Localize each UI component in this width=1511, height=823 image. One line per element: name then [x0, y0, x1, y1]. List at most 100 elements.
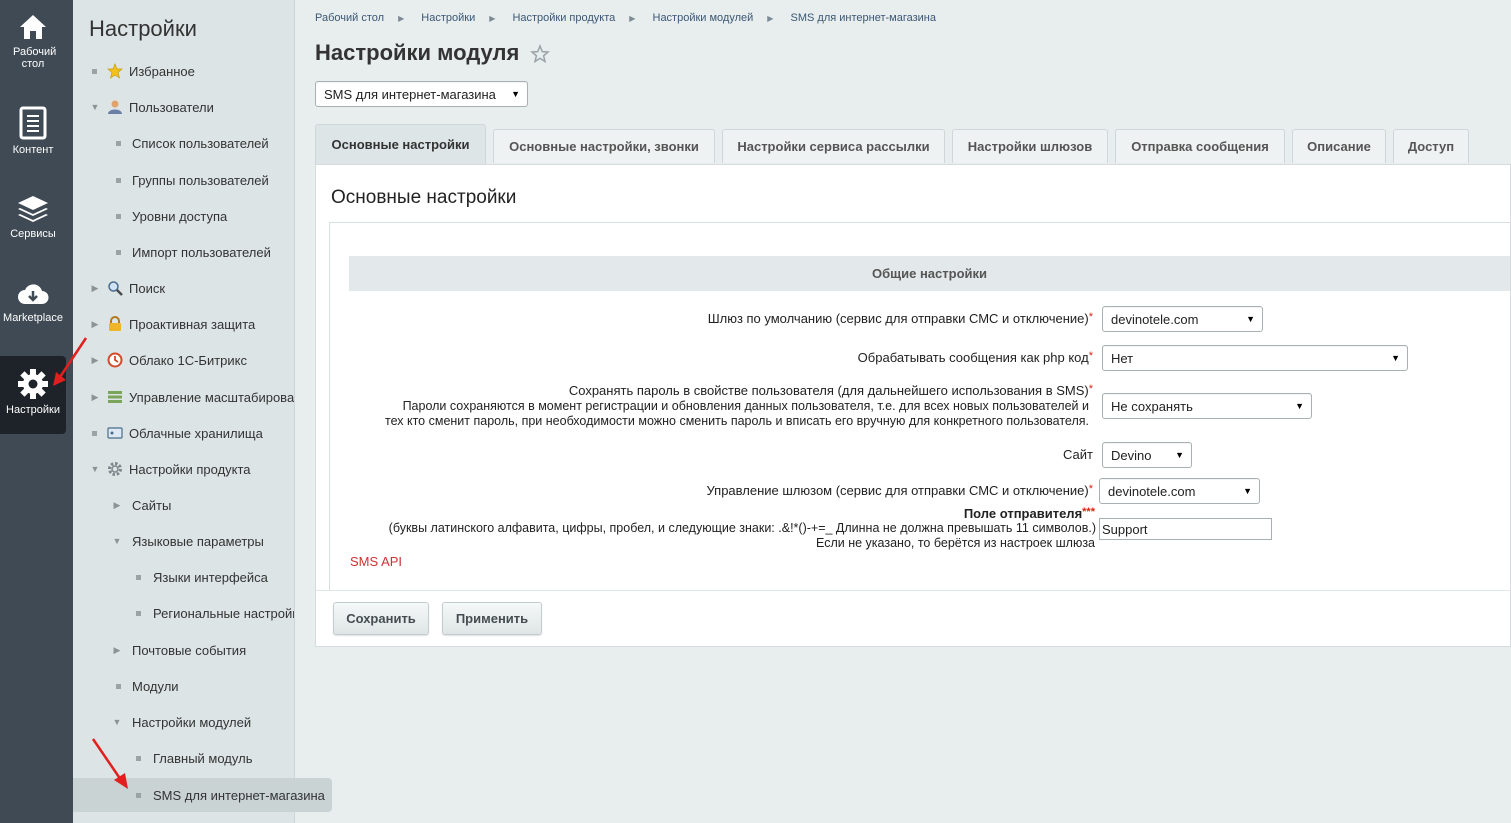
cloud-icon — [106, 352, 124, 368]
server-icon — [106, 389, 124, 405]
gateway-select[interactable]: devinotele.com ▼ — [1102, 306, 1263, 332]
layers-icon — [18, 196, 48, 222]
password-select[interactable]: Не сохранять ▼ — [1102, 393, 1312, 419]
menu-item-users[interactable]: ▼ Пользователи — [89, 96, 214, 118]
gateway-control-label: Управление шлюзом (сервис для отправки С… — [706, 483, 1093, 498]
desktop-nav-item[interactable]: Рабочий стол — [0, 12, 66, 70]
chevron-right-icon: ▶ — [767, 14, 774, 23]
password-label: Сохранять пароль в свойстве пользователя… — [568, 383, 1093, 398]
menu-item-label: Облако 1С-Битрикс — [129, 352, 247, 368]
menu-item-product-settings[interactable]: ▼ Настройки продукта — [89, 458, 251, 480]
tab-description[interactable]: Описание — [1292, 129, 1386, 163]
breadcrumb-item[interactable]: SMS для интернет-магазина — [791, 12, 936, 24]
menu-item-modules[interactable]: Модули — [113, 675, 179, 697]
chevron-right-icon: ▶ — [91, 282, 99, 293]
breadcrumb-item[interactable]: Рабочий стол — [315, 12, 384, 24]
breadcrumb-item[interactable]: Настройки модулей — [653, 12, 754, 24]
bullet-icon — [116, 249, 121, 255]
menu-item-mail-events[interactable]: ▶ Почтовые события — [111, 639, 247, 661]
dropdown-arrow-icon: ▼ — [511, 89, 520, 99]
chevron-right-icon: ▶ — [91, 391, 99, 402]
sender-hint-2: Если не указано, то берётся из настроек … — [816, 536, 1095, 550]
bullet-icon — [136, 610, 141, 616]
menu-item-label: Поиск — [129, 280, 166, 296]
menu-item-module-settings[interactable]: ▼ Настройки модулей — [111, 711, 252, 733]
php-label: Обрабатывать сообщения как php код* — [857, 350, 1093, 365]
menu-title: Настройки — [89, 16, 197, 41]
section-heading: Общие настройки — [349, 256, 1510, 291]
bullet-icon — [116, 683, 121, 689]
panel-title: Основные настройки — [331, 187, 517, 208]
user-icon — [106, 99, 124, 115]
menu-item-label: Региональные настройк — [153, 605, 295, 621]
chevron-right-icon: ▶ — [113, 499, 121, 510]
php-select[interactable]: Нет ▼ — [1102, 345, 1408, 371]
bullet-icon — [136, 755, 141, 761]
menu-item-label: Настройки модулей — [132, 714, 252, 730]
content-nav-item[interactable]: Контент — [0, 106, 66, 156]
chevron-down-icon: ▼ — [90, 464, 100, 474]
menu-item-main-module[interactable]: Главный модуль — [133, 747, 252, 769]
breadcrumb-item[interactable]: Настройки — [421, 12, 475, 24]
settings-menu: Настройки Избранное ▼ Пользователи Списо… — [73, 0, 295, 823]
services-nav-label: Сервисы — [10, 228, 56, 240]
chevron-right-icon: ▶ — [398, 14, 405, 23]
chevron-down-icon: ▼ — [90, 102, 100, 112]
tab-main-settings-calls[interactable]: Основные настройки, звонки — [493, 129, 715, 163]
apply-button[interactable]: Применить — [442, 602, 542, 635]
breadcrumb: Рабочий стол ▶ Настройки ▶ Настройки проду… — [315, 12, 936, 24]
menu-item-search[interactable]: ▶ Поиск — [89, 277, 165, 299]
site-select[interactable]: Devino ▼ — [1102, 442, 1192, 468]
menu-item-label: Управление масштабирова — [129, 389, 295, 405]
menu-item-access-levels[interactable]: Уровни доступа — [113, 205, 227, 227]
menu-item-language-params[interactable]: ▼ Языковые параметры — [111, 530, 264, 552]
star-icon[interactable] — [530, 44, 550, 64]
gateway-label: Шлюз по умолчанию (сервис для отправки С… — [707, 311, 1093, 326]
left-icon-bar: Рабочий стол Контент Сервисы Marketplace — [0, 0, 73, 823]
menu-item-cloud-storage[interactable]: Облачные хранилища — [89, 422, 263, 444]
sms-api-link[interactable]: SMS API — [350, 554, 402, 569]
menu-item-label: Уровни доступа — [132, 208, 228, 224]
menu-item-label: Проактивная защита — [129, 316, 256, 332]
breadcrumb-item[interactable]: Настройки продукта — [512, 12, 615, 24]
bullet-icon — [92, 430, 97, 436]
menu-item-user-import[interactable]: Импорт пользователей — [113, 241, 271, 263]
chevron-right-icon: ▶ — [629, 14, 636, 23]
menu-item-favorites[interactable]: Избранное — [89, 60, 195, 82]
tab-access[interactable]: Доступ — [1393, 129, 1469, 163]
home-icon — [20, 15, 46, 39]
gear-icon — [106, 461, 124, 477]
main-content: Рабочий стол ▶ Настройки ▶ Настройки проду… — [296, 0, 1511, 823]
tab-mailing-service[interactable]: Настройки сервиса рассылки — [722, 129, 945, 163]
tab-send-message[interactable]: Отправка сообщения — [1115, 129, 1285, 163]
search-icon — [106, 280, 124, 296]
save-button[interactable]: Сохранить — [333, 602, 429, 635]
menu-item-scaling[interactable]: ▶ Управление масштабирова — [89, 386, 294, 408]
module-select[interactable]: SMS для интернет-магазина ▼ — [315, 81, 528, 107]
password-hint-2: тех кто сменит пароль, при необходимости… — [385, 414, 1089, 428]
bullet-icon — [116, 177, 121, 183]
menu-item-bitrix-cloud[interactable]: ▶ Облако 1С-Битрикс — [89, 349, 247, 371]
gateway-control-select[interactable]: devinotele.com ▼ — [1099, 478, 1260, 504]
menu-item-sites[interactable]: ▶ Сайты — [111, 494, 172, 516]
gateway-control-select-value: devinotele.com — [1108, 483, 1196, 499]
sender-hint-1: (буквы латинского алфавита, цифры, пробе… — [388, 521, 1096, 535]
menu-item-label: Импорт пользователей — [132, 244, 271, 260]
menu-item-label: Сайты — [132, 497, 172, 513]
dropdown-arrow-icon: ▼ — [1175, 450, 1184, 460]
menu-item-proactive[interactable]: ▶ Проактивная защита — [89, 313, 255, 335]
sender-input[interactable]: Support — [1099, 518, 1272, 540]
menu-item-label: Главный модуль — [153, 750, 253, 766]
menu-item-regional-settings[interactable]: Региональные настройк — [133, 602, 295, 624]
menu-item-user-groups[interactable]: Группы пользователей — [113, 169, 269, 191]
bullet-icon — [92, 68, 97, 74]
settings-nav-label: Настройки — [6, 404, 60, 416]
marketplace-nav-item[interactable]: Marketplace — [0, 282, 66, 324]
menu-item-interface-languages[interactable]: Языки интерфейса — [133, 566, 268, 588]
menu-item-user-list[interactable]: Список пользователей — [113, 132, 269, 154]
desktop-nav-label: Рабочий стол — [13, 46, 57, 70]
menu-item-label: Модули — [132, 678, 179, 694]
tab-main-settings[interactable]: Основные настройки — [315, 124, 486, 164]
tab-gateways[interactable]: Настройки шлюзов — [952, 129, 1108, 163]
services-nav-item[interactable]: Сервисы — [0, 194, 66, 240]
